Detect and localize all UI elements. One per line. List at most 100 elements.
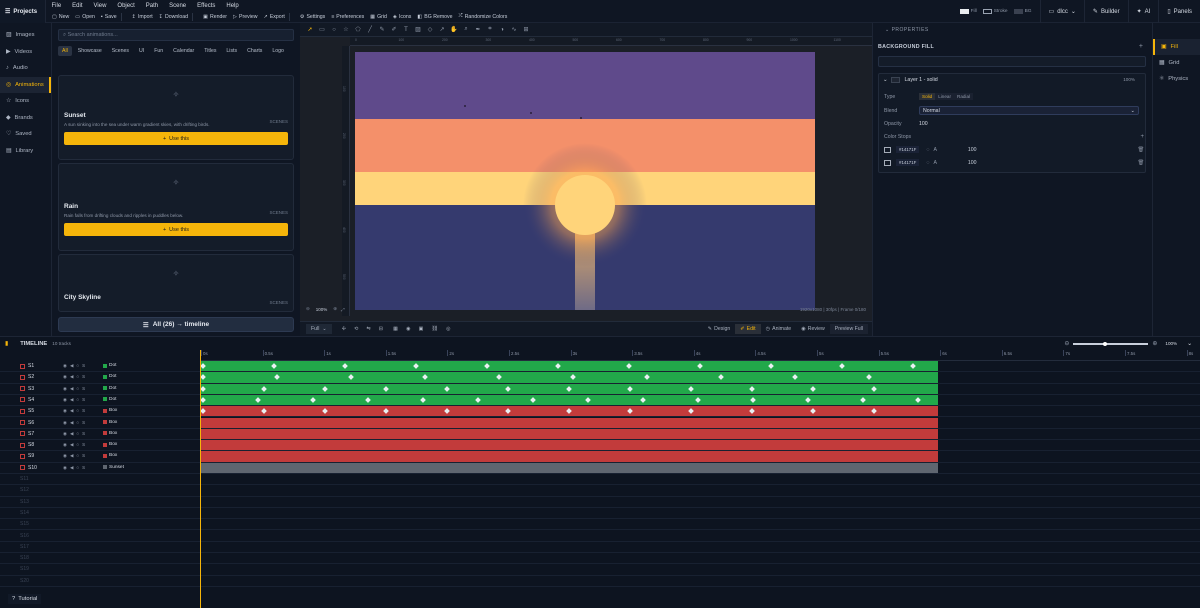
track-row[interactable]: S5 ◉ ◀ ○ S Box: [0, 406, 1200, 418]
track-clip[interactable]: [200, 383, 938, 394]
checkbox-icon[interactable]: [20, 397, 25, 403]
track-row[interactable]: S4 ◉ ◀ ○ S Dot: [0, 394, 1200, 407]
panels-button[interactable]: ▯ Panels: [1158, 0, 1200, 23]
sidebar-item-animations[interactable]: ◎ Animations: [0, 76, 51, 93]
download-button[interactable]: ↧ Download: [159, 14, 188, 20]
randomize-colors-button[interactable]: ⤮ Randomize Colors: [459, 13, 508, 20]
audio-icon[interactable]: ◀: [70, 442, 73, 448]
path-tool-icon[interactable]: ∿: [510, 26, 518, 34]
lock-icon[interactable]: ◉: [406, 326, 411, 332]
tab-grid[interactable]: ▦ Grid: [1153, 55, 1200, 71]
checkbox-icon[interactable]: [20, 431, 25, 437]
builder-button[interactable]: ✎ Builder: [1083, 0, 1128, 23]
track-row[interactable]: S8 ◉ ◀ ○ S Box: [0, 440, 1200, 452]
checkbox-icon[interactable]: [20, 408, 25, 414]
user-menu[interactable]: ▭ dlcc ⌄: [1039, 0, 1084, 23]
keyframe[interactable]: [505, 385, 511, 392]
keyframe[interactable]: [422, 374, 428, 381]
empty-track-row[interactable]: S15: [0, 519, 1200, 531]
empty-track-row[interactable]: S18: [0, 553, 1200, 565]
lock-icon[interactable]: ○: [76, 442, 79, 448]
eye-icon[interactable]: ◉: [63, 408, 67, 414]
mode-animate[interactable]: ◷ Animate: [761, 324, 797, 334]
align-tool-icon[interactable]: ⊞: [522, 26, 530, 34]
keyframe[interactable]: [805, 397, 811, 403]
filter-titles[interactable]: Titles: [200, 46, 220, 56]
sidebar-item-saved[interactable]: ♡ Saved: [0, 126, 51, 143]
audio-icon[interactable]: ◀: [70, 453, 73, 459]
settings-button[interactable]: ⚙ Settings: [300, 14, 325, 20]
view-select[interactable]: Full ⌄: [306, 324, 332, 334]
solo-icon[interactable]: S: [82, 431, 85, 437]
keyframe[interactable]: [585, 397, 591, 403]
circle-tool-icon[interactable]: ○: [330, 26, 338, 34]
empty-track-row[interactable]: S16: [0, 531, 1200, 542]
empty-track-row[interactable]: S12: [0, 485, 1200, 497]
checkbox-icon[interactable]: [20, 465, 25, 471]
track-row[interactable]: S2 ◉ ◀ ○ S Dot: [0, 372, 1200, 384]
eye-icon[interactable]: ◉: [63, 431, 67, 437]
lock-icon[interactable]: ○: [76, 386, 79, 392]
audio-icon[interactable]: ◀: [70, 408, 73, 414]
preview-full-button[interactable]: Preview Full: [829, 324, 868, 334]
keyframe[interactable]: [200, 374, 206, 381]
playhead[interactable]: [200, 350, 201, 608]
lock-icon[interactable]: ○: [76, 397, 79, 403]
keyframe[interactable]: [810, 408, 816, 415]
brush-tool-icon[interactable]: ✐: [390, 26, 398, 34]
crop-tool-icon[interactable]: ⌗: [486, 26, 494, 34]
sidebar-item-images[interactable]: ▨ Images: [0, 27, 51, 44]
hand-tool-icon[interactable]: ✋: [450, 26, 458, 34]
audio-icon[interactable]: ◀: [70, 431, 73, 437]
star-tool-icon[interactable]: ☆: [342, 26, 350, 34]
menu-help[interactable]: Help: [221, 3, 244, 9]
empty-track-row[interactable]: S20: [0, 576, 1200, 587]
menu-effects[interactable]: Effects: [192, 3, 221, 9]
stop-swatch[interactable]: [884, 146, 891, 153]
empty-track-row[interactable]: S14: [0, 508, 1200, 520]
filter-all[interactable]: All: [58, 46, 72, 56]
track-row[interactable]: S1 ◉ ◀ ○ S Dot: [0, 361, 1200, 373]
checkbox-icon[interactable]: [20, 453, 25, 459]
sidebar-item-library[interactable]: ▤ Library: [0, 143, 51, 160]
bg-swatch[interactable]: BG: [1013, 9, 1032, 14]
eyedropper-tool-icon[interactable]: ✒: [474, 26, 482, 34]
zoom-tool-icon[interactable]: ⌕: [462, 26, 470, 34]
bg-remove-button[interactable]: ◧ BG Remove: [417, 14, 452, 20]
flip-icon[interactable]: ⇋: [366, 326, 370, 332]
scene-canvas[interactable]: [355, 52, 815, 310]
keyframe[interactable]: [640, 397, 646, 403]
solo-icon[interactable]: S: [82, 386, 85, 392]
keyframe[interactable]: [200, 408, 206, 415]
filter-lists[interactable]: Lists: [222, 46, 241, 56]
line-tool-icon[interactable]: ╱: [366, 26, 374, 34]
keyframe[interactable]: [530, 397, 536, 403]
stop-value[interactable]: 100: [968, 147, 977, 153]
tab-physics[interactable]: ⚛ Physics: [1153, 71, 1200, 87]
audio-icon[interactable]: ◀: [70, 363, 73, 369]
render-button[interactable]: ▣ Render: [203, 14, 227, 20]
image-tool-icon[interactable]: ▨: [414, 26, 422, 34]
keyframe[interactable]: [810, 385, 816, 392]
projects-button[interactable]: ☰ Projects: [0, 0, 46, 23]
track-row[interactable]: S6 ◉ ◀ ○ S Box: [0, 417, 1200, 429]
keyframe[interactable]: [420, 397, 426, 403]
keyframe[interactable]: [496, 374, 502, 381]
lock-icon[interactable]: ○: [76, 465, 79, 471]
import-button[interactable]: ↥ Import: [132, 14, 153, 20]
filter-logo[interactable]: Logo: [268, 46, 288, 56]
menu-view[interactable]: View: [88, 3, 112, 9]
zoom-out-icon[interactable]: ⊖: [306, 306, 310, 312]
stop-hex[interactable]: #14171F: [896, 159, 920, 166]
type-solid[interactable]: Solid: [919, 93, 936, 100]
track-clip[interactable]: [201, 428, 938, 440]
keyframe[interactable]: [322, 385, 328, 392]
track-row[interactable]: S3 ◉ ◀ ○ S Dot: [0, 383, 1200, 395]
checkbox-icon[interactable]: [20, 442, 25, 448]
keyframe[interactable]: [688, 408, 694, 415]
new-button[interactable]: ▢ New: [52, 14, 69, 20]
keyframe[interactable]: [750, 397, 756, 403]
keyframe[interactable]: [255, 397, 261, 403]
checkbox-icon[interactable]: [20, 386, 25, 392]
search-input[interactable]: ⌕ Search animations...: [58, 29, 294, 41]
